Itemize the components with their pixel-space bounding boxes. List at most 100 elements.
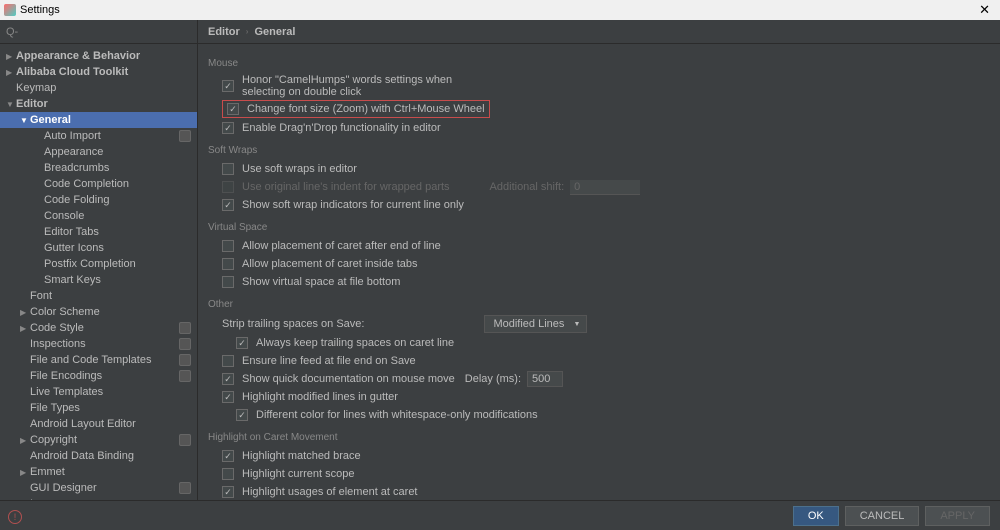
lbl-strip: Strip trailing spaces on Save: <box>222 318 364 330</box>
tree-label: Appearance <box>44 146 191 158</box>
tree-item-color-scheme[interactable]: ▶Color Scheme <box>0 304 197 320</box>
tree-label: Android Layout Editor <box>30 418 191 430</box>
arrow-icon: ▶ <box>20 324 30 333</box>
project-badge-icon <box>179 338 191 350</box>
chk-dnd[interactable] <box>222 122 234 134</box>
chk-camelhumps[interactable] <box>222 80 234 92</box>
tree-item-postfix-completion[interactable]: Postfix Completion <box>0 256 197 272</box>
tree-item-smart-keys[interactable]: Smart Keys <box>0 272 197 288</box>
project-badge-icon <box>179 354 191 366</box>
tree-item-console[interactable]: Console <box>0 208 197 224</box>
section-caret: Highlight on Caret Movement <box>208 432 990 443</box>
tree-item-code-style[interactable]: ▶Code Style <box>0 320 197 336</box>
chk-brace[interactable] <box>222 450 234 462</box>
tree-label: Smart Keys <box>44 274 191 286</box>
search-input[interactable] <box>18 26 191 38</box>
tree-item-live-templates[interactable]: Live Templates <box>0 384 197 400</box>
tree-item-file-and-code-templates[interactable]: File and Code Templates <box>0 352 197 368</box>
arrow-icon: ▶ <box>6 52 16 61</box>
tree-label: Editor <box>16 98 191 110</box>
lbl-diffcolor: Different color for lines with whitespac… <box>256 409 538 421</box>
tree-item-font[interactable]: Font <box>0 288 197 304</box>
content-panel: Editor › General Mouse Honor "CamelHumps… <box>198 20 1000 510</box>
lbl-usages: Highlight usages of element at caret <box>242 486 418 498</box>
input-delay[interactable] <box>527 371 563 387</box>
tree-label: Alibaba Cloud Toolkit <box>16 66 191 78</box>
lbl-quickdoc: Show quick documentation on mouse move <box>242 373 455 385</box>
tree-label: Font <box>30 290 191 302</box>
tree-label: Keymap <box>16 82 191 94</box>
arrow-icon: ▶ <box>20 308 30 317</box>
arrow-icon: ▼ <box>6 100 16 109</box>
tree-label: Appearance & Behavior <box>16 50 191 62</box>
chk-softwrap[interactable] <box>222 163 234 175</box>
tree-item-file-types[interactable]: File Types <box>0 400 197 416</box>
tree-label: General <box>30 114 191 126</box>
tree-label: Android Data Binding <box>30 450 191 462</box>
tree-item-breadcrumbs[interactable]: Breadcrumbs <box>0 160 197 176</box>
tree-item-inspections[interactable]: Inspections <box>0 336 197 352</box>
input-addshift <box>570 180 640 195</box>
project-badge-icon <box>179 482 191 494</box>
tree-item-keymap[interactable]: Keymap <box>0 80 197 96</box>
search-bar[interactable]: Q- <box>0 20 197 44</box>
tree-label: File and Code Templates <box>30 354 179 366</box>
section-virtual: Virtual Space <box>208 222 990 233</box>
chk-caret-eol[interactable] <box>222 240 234 252</box>
tree-item-gutter-icons[interactable]: Gutter Icons <box>0 240 197 256</box>
status-warning-icon[interactable]: ! <box>8 510 22 524</box>
tree-item-auto-import[interactable]: Auto Import <box>0 128 197 144</box>
tree-item-appearance-behavior[interactable]: ▶Appearance & Behavior <box>0 48 197 64</box>
tree-item-general[interactable]: ▼General <box>0 112 197 128</box>
chk-diffcolor[interactable] <box>236 409 248 421</box>
close-icon[interactable]: ✕ <box>973 2 996 18</box>
chk-scope[interactable] <box>222 468 234 480</box>
tree-label: Auto Import <box>44 130 179 142</box>
cancel-button[interactable]: CANCEL <box>845 506 920 526</box>
ok-button[interactable]: OK <box>793 506 839 526</box>
arrow-icon: ▶ <box>20 436 30 445</box>
tree-item-file-encodings[interactable]: File Encodings <box>0 368 197 384</box>
chk-quickdoc[interactable] <box>222 373 234 385</box>
footer: OK CANCEL APPLY <box>0 500 1000 530</box>
tree-item-appearance[interactable]: Appearance <box>0 144 197 160</box>
chevron-right-icon: › <box>246 27 249 36</box>
tree-item-code-folding[interactable]: Code Folding <box>0 192 197 208</box>
tree-item-gui-designer[interactable]: GUI Designer <box>0 480 197 496</box>
chk-virtual-bottom[interactable] <box>222 276 234 288</box>
tree-item-emmet[interactable]: ▶Emmet <box>0 464 197 480</box>
arrow-icon: ▶ <box>6 68 16 77</box>
chk-caret-tabs[interactable] <box>222 258 234 270</box>
tree-label: File Encodings <box>30 370 179 382</box>
chk-hlmod[interactable] <box>222 391 234 403</box>
breadcrumb-general[interactable]: General <box>254 26 295 38</box>
select-strip-value: Modified Lines <box>493 318 564 330</box>
tree-label: Breadcrumbs <box>44 162 191 174</box>
project-badge-icon <box>179 434 191 446</box>
project-badge-icon <box>179 322 191 334</box>
highlight-zoom: Change font size (Zoom) with Ctrl+Mouse … <box>222 100 490 118</box>
lbl-hlmod: Highlight modified lines in gutter <box>242 391 398 403</box>
breadcrumb: Editor › General <box>198 20 1000 44</box>
tree-label: Postfix Completion <box>44 258 191 270</box>
tree-item-code-completion[interactable]: Code Completion <box>0 176 197 192</box>
chk-zoom[interactable] <box>227 103 239 115</box>
chk-indicators[interactable] <box>222 199 234 211</box>
tree-label: Inspections <box>30 338 179 350</box>
tree-item-android-layout-editor[interactable]: Android Layout Editor <box>0 416 197 432</box>
lbl-camelhumps: Honor "CamelHumps" words settings when s… <box>242 74 462 98</box>
lbl-caret-eol: Allow placement of caret after end of li… <box>242 240 441 252</box>
tree-item-editor[interactable]: ▼Editor <box>0 96 197 112</box>
chk-usages[interactable] <box>222 486 234 498</box>
chk-keep-trail[interactable] <box>236 337 248 349</box>
chk-linefeed[interactable] <box>222 355 234 367</box>
lbl-zoom: Change font size (Zoom) with Ctrl+Mouse … <box>247 103 485 115</box>
lbl-linefeed: Ensure line feed at file end on Save <box>242 355 416 367</box>
tree-item-android-data-binding[interactable]: Android Data Binding <box>0 448 197 464</box>
section-softwraps: Soft Wraps <box>208 145 990 156</box>
tree-item-copyright[interactable]: ▶Copyright <box>0 432 197 448</box>
tree-item-editor-tabs[interactable]: Editor Tabs <box>0 224 197 240</box>
breadcrumb-editor[interactable]: Editor <box>208 26 240 38</box>
tree-item-alibaba-cloud-toolkit[interactable]: ▶Alibaba Cloud Toolkit <box>0 64 197 80</box>
select-strip[interactable]: Modified Lines <box>484 315 587 333</box>
